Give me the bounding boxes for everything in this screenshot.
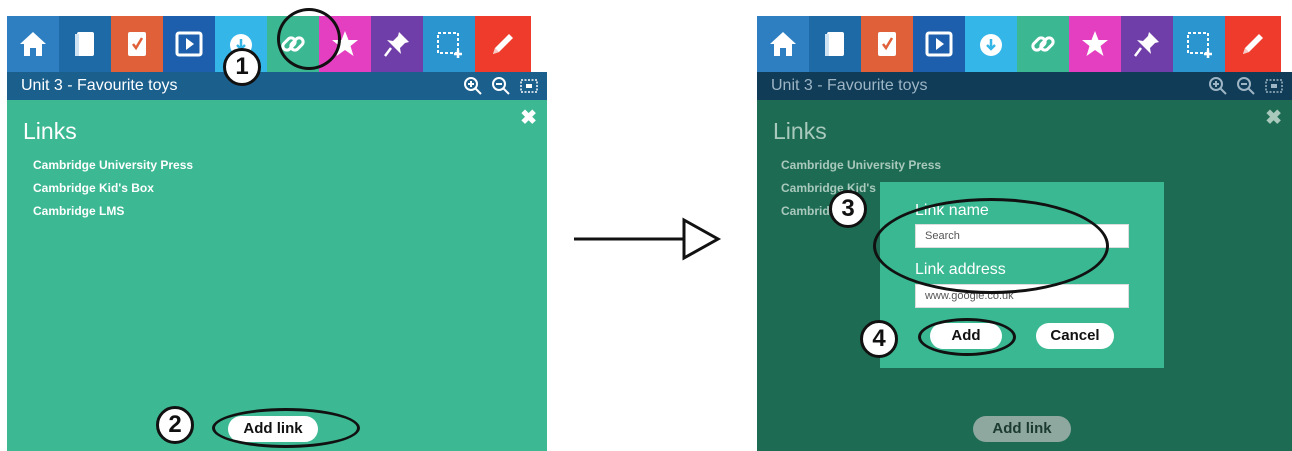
pin-button[interactable]	[1121, 16, 1173, 72]
fit-screen-icon[interactable]	[519, 76, 539, 96]
home-button[interactable]	[7, 16, 59, 72]
pin-icon	[1134, 32, 1159, 57]
zoom-in-icon[interactable]	[1208, 76, 1228, 96]
select-button[interactable]	[1173, 16, 1225, 72]
close-icon[interactable]: ✖	[1265, 108, 1282, 128]
zoom-out-icon[interactable]	[1236, 76, 1256, 96]
pencil-button[interactable]	[475, 16, 531, 72]
book-icon	[825, 32, 844, 56]
unit-title: Unit 3 - Favourite toys	[21, 77, 178, 94]
link-item[interactable]: Cambridge Kid's Box	[33, 181, 193, 195]
pin-icon	[384, 32, 409, 57]
highlight-ring-add-link	[212, 408, 360, 448]
book-icon	[75, 32, 94, 56]
home-icon	[20, 32, 46, 56]
links-button[interactable]	[1017, 16, 1069, 72]
pencil-icon	[493, 34, 513, 54]
pencil-button[interactable]	[1225, 16, 1281, 72]
links-panel-before: Unit 3 - Favourite toys ✖ Links Cambridg…	[7, 16, 547, 451]
notebook-button[interactable]	[111, 16, 163, 72]
add-link-button[interactable]: Add link	[973, 416, 1071, 442]
book-button[interactable]	[59, 16, 111, 72]
links-content: ✖ Links Cambridge University Press Cambr…	[7, 100, 547, 451]
links-heading: Links	[23, 118, 77, 144]
unit-bar: Unit 3 - Favourite toys	[757, 72, 1292, 100]
star-icon	[1082, 31, 1108, 56]
home-icon	[770, 32, 796, 56]
book-button[interactable]	[809, 16, 861, 72]
link-item[interactable]: Cambridge LMS	[33, 204, 193, 218]
media-button[interactable]	[163, 16, 215, 72]
links-heading: Links	[773, 118, 827, 144]
fit-screen-icon[interactable]	[1264, 76, 1284, 96]
unit-bar: Unit 3 - Favourite toys	[7, 72, 547, 100]
select-button[interactable]	[423, 16, 475, 72]
zoom-out-icon[interactable]	[491, 76, 511, 96]
cancel-button[interactable]: Cancel	[1036, 323, 1114, 349]
highlight-ring-dialog-fields	[873, 198, 1109, 294]
play-icon	[925, 31, 953, 57]
zoom-controls	[463, 76, 539, 96]
toolbar	[757, 16, 1292, 72]
step-marker-1: 1	[223, 48, 261, 86]
zoom-controls	[1208, 76, 1284, 96]
step-marker-3: 3	[829, 190, 867, 228]
pin-button[interactable]	[371, 16, 423, 72]
next-step-arrow-icon	[574, 217, 722, 261]
highlight-ring-add-button	[918, 318, 1016, 356]
star-button[interactable]	[1069, 16, 1121, 72]
unit-title: Unit 3 - Favourite toys	[771, 77, 928, 94]
notebook-icon	[878, 32, 896, 56]
link-item[interactable]: Cambridge University Press	[781, 158, 941, 172]
media-button[interactable]	[913, 16, 965, 72]
cloud-download-icon	[980, 34, 1002, 56]
link-icon	[1031, 36, 1055, 52]
highlight-ring-links-tab	[277, 8, 341, 70]
notebook-icon	[128, 32, 146, 56]
select-icon	[1187, 32, 1212, 58]
notebook-button[interactable]	[861, 16, 913, 72]
links-list: Cambridge University Press Cambridge Kid…	[33, 158, 193, 227]
step-marker-2: 2	[156, 406, 194, 444]
download-button[interactable]	[965, 16, 1017, 72]
zoom-in-icon[interactable]	[463, 76, 483, 96]
step-marker-4: 4	[860, 320, 898, 358]
pencil-icon	[1243, 34, 1263, 54]
play-icon	[175, 31, 203, 57]
link-item[interactable]: Cambridge University Press	[33, 158, 193, 172]
select-icon	[437, 32, 462, 58]
close-icon[interactable]: ✖	[520, 108, 537, 128]
home-button[interactable]	[757, 16, 809, 72]
